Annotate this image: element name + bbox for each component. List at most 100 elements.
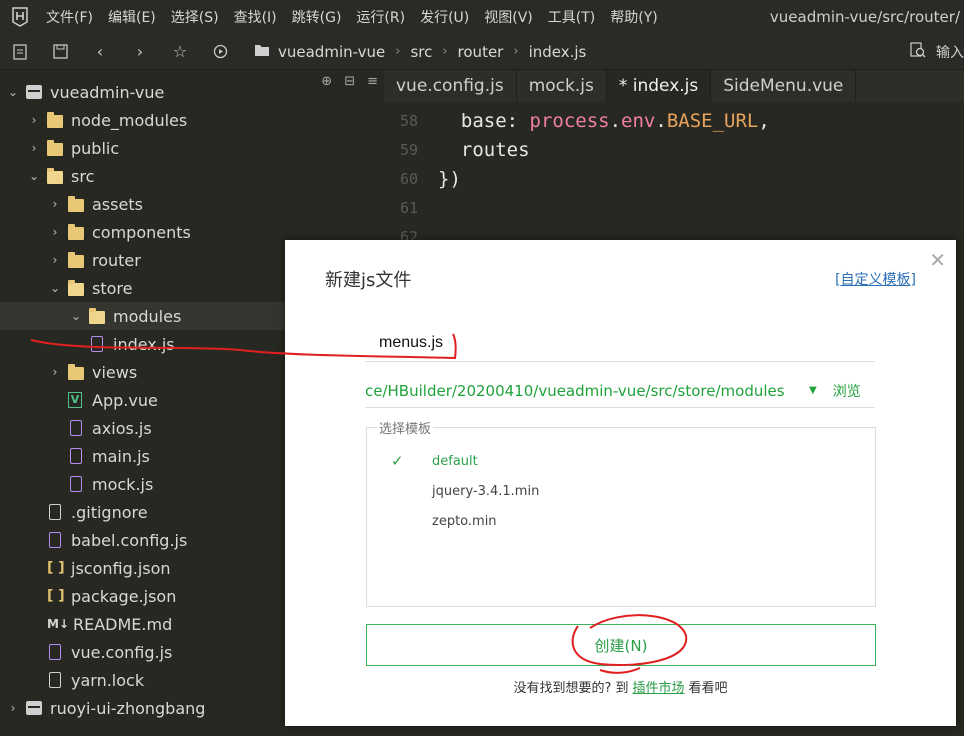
menu-item[interactable]: 跳转(G) [292,7,342,27]
editor-tab[interactable]: SideMenu.vue [711,70,857,102]
js-file-icon [91,336,103,352]
window-title: vueadmin-vue/src/router/ [769,8,960,26]
tree-item[interactable]: › public [0,134,384,162]
folder-icon [68,195,84,212]
breadcrumb-item[interactable]: vueadmin-vue [278,43,385,61]
toolbar-search[interactable]: 输入 [910,34,964,70]
menu-item[interactable]: 文件(F) [46,7,93,27]
custom-template-link[interactable]: [自定义模板] [835,269,916,289]
folder-open-icon [89,307,105,324]
chevron-right-icon: › [395,44,401,59]
run-icon[interactable] [200,34,240,70]
code-token: process [529,109,610,132]
tree-item-label: App.vue [92,390,158,410]
hint-suffix: 看看吧 [688,681,728,696]
chevron-right-icon[interactable]: › [27,141,41,155]
menu-item[interactable]: 发行(U) [420,7,469,27]
folder-icon [68,363,84,380]
template-option[interactable]: zepto.min [432,514,497,529]
folder-icon [68,223,84,240]
tree-item-label: jsconfig.json [71,558,171,578]
menu-item[interactable]: 查找(I) [234,7,277,27]
tree-item-label: README.md [73,614,173,634]
search-file-icon [910,42,926,62]
tree-item-label: axios.js [92,418,152,438]
file-icon [49,504,61,520]
template-option[interactable]: default [432,454,478,469]
path-text: ce/HBuilder/20200410/vueadmin-vue/src/st… [365,381,785,400]
folder-icon [47,139,63,156]
breadcrumb-item[interactable]: src [410,43,432,61]
code-token: , [758,109,770,132]
chevron-right-icon[interactable]: › [48,197,62,211]
editor-tab[interactable]: mock.js [517,70,607,102]
browse-button[interactable]: 浏览 [833,381,861,401]
js-file-icon [70,448,82,464]
code-line: 60}) [384,164,461,193]
tree-item[interactable]: › assets [0,190,384,218]
vue-file-icon: V [68,392,82,408]
chevron-down-icon[interactable]: ⌄ [6,85,20,99]
tree-item-label: vueadmin-vue [50,82,165,102]
menu-item[interactable]: 编辑(E) [108,7,156,27]
search-label: 输入 [936,45,964,61]
tree-item-label: main.js [92,446,150,466]
code-line: 61 [384,193,438,222]
code-token: base: [438,109,530,132]
chevron-down-icon[interactable]: ⌄ [27,169,41,183]
code-token: BASE_URL [666,109,759,132]
menu-item[interactable]: 帮助(Y) [610,7,657,27]
template-option[interactable]: jquery-3.4.1.min [432,484,539,499]
editor-tabs: vue.config.js mock.js * index.js SideMenu.v… [384,70,964,102]
chevron-down-icon[interactable]: ⌄ [48,281,62,295]
star-icon[interactable]: ☆ [160,34,200,70]
back-icon[interactable]: ‹ [80,34,120,70]
tree-item-label: vue.config.js [71,642,173,662]
chevron-right-icon[interactable]: › [27,113,41,127]
dialog-title: 新建js文件 [325,270,412,291]
chevron-right-icon[interactable]: › [48,225,62,239]
code-token: env [621,109,656,132]
chevron-down-icon[interactable]: ⌄ [69,309,83,323]
folder-icon [68,251,84,268]
chevron-right-icon[interactable]: › [6,701,20,715]
toolbar: ‹ › ☆ vueadmin-vue › src › router › inde… [0,34,964,70]
forward-icon[interactable]: › [120,34,160,70]
menu-item[interactable]: 运行(R) [356,7,405,27]
save-icon[interactable] [40,34,80,70]
tree-item-label: node_modules [71,110,188,130]
path-selector[interactable]: ce/HBuilder/20200410/vueadmin-vue/src/st… [365,374,875,408]
menu-item[interactable]: 工具(T) [548,7,595,27]
folder-icon [47,111,63,128]
dropdown-arrow-icon[interactable]: ▼ [809,385,817,396]
check-icon: ✓ [391,452,404,470]
menu-item[interactable]: 选择(S) [171,7,219,27]
code-token: . [609,109,622,132]
create-button[interactable]: 创建(N) [366,624,876,666]
tree-item-label: store [92,278,133,298]
file-name-input[interactable] [365,324,875,362]
tree-item-label: components [92,222,191,242]
new-file-icon[interactable] [0,34,40,70]
breadcrumb-item[interactable]: router [458,43,504,61]
chevron-right-icon[interactable]: › [48,253,62,267]
js-file-icon [49,644,61,660]
close-icon[interactable]: ✕ [929,248,946,272]
tree-item[interactable]: ⌄ src [0,162,384,190]
chevron-right-icon[interactable]: › [48,365,62,379]
markdown-file-icon: M↓ [47,617,69,631]
tree-item[interactable]: › node_modules [0,106,384,134]
editor-tab[interactable]: * index.js [606,70,712,102]
plugin-market-hint: 没有找到想要的? 到插件市场 看看吧 [285,677,956,696]
menu-item[interactable]: 视图(V) [484,7,533,27]
breadcrumb: vueadmin-vue › src › router › index.js [254,43,586,61]
tree-item-label: modules [113,306,182,326]
tree-item[interactable]: ⌄ vueadmin-vue [0,78,384,106]
breadcrumb-item[interactable]: index.js [529,43,587,61]
js-file-icon [49,532,61,548]
plugin-market-link[interactable]: 插件市场 [633,681,685,696]
folder-icon [254,43,270,61]
editor-tab[interactable]: vue.config.js [384,70,517,102]
js-file-icon [70,420,82,436]
new-js-file-dialog: 新建js文件 ✕ [自定义模板] ce/HBuilder/20200410/vu… [285,240,956,726]
